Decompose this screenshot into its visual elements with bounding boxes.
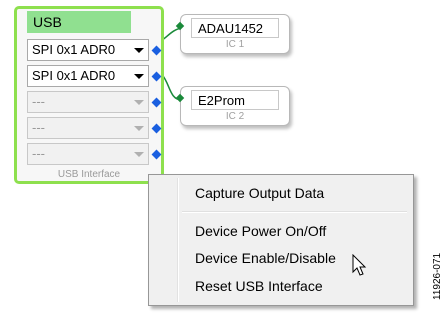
port-connector-2[interactable] (151, 71, 162, 82)
ic-name-field[interactable]: ADAU1452 (191, 18, 279, 38)
chevron-down-icon (134, 74, 144, 79)
port-select-5-value: --- (32, 146, 45, 161)
chevron-down-icon (134, 100, 144, 105)
port-select-3-value: --- (32, 94, 45, 109)
menu-item-reset-usb-interface[interactable]: Reset USB Interface (181, 275, 409, 297)
port-select-1[interactable]: SPI 0x1 ADR0 (27, 39, 149, 61)
port-select-2-value: SPI 0x1 ADR0 (32, 68, 116, 83)
usb-block-footer: USB Interface (57, 169, 121, 180)
menu-item-device-enable[interactable]: Device Enable/Disable (181, 247, 409, 269)
port-connector-5[interactable] (151, 149, 162, 160)
port-select-1-value: SPI 0x1 ADR0 (32, 42, 116, 57)
menu-item-capture-output-data[interactable]: Capture Output Data (181, 182, 409, 204)
port-select-4-value: --- (32, 120, 45, 135)
ic-name-field[interactable]: E2Prom (191, 90, 279, 110)
menu-gutter (177, 178, 179, 302)
port-connector-3[interactable] (151, 97, 162, 108)
menu-separator (182, 211, 407, 213)
menu-item-device-power[interactable]: Device Power On/Off (181, 220, 409, 242)
usb-title: USB (27, 11, 131, 33)
figure-id: 11926-071 (432, 252, 443, 300)
ic-block-1[interactable]: ADAU1452 IC 1 (175, 14, 290, 54)
chevron-down-icon (134, 152, 144, 157)
port-select-2[interactable]: SPI 0x1 ADR0 (27, 65, 149, 87)
ic-label: IC 2 (225, 111, 245, 122)
port-connector-1[interactable] (151, 45, 162, 56)
ic-label: IC 1 (225, 39, 245, 50)
port-connector-4[interactable] (151, 123, 162, 134)
context-menu: Capture Output Data Device Power On/Off … (148, 174, 414, 306)
port-select-4[interactable]: --- (27, 117, 149, 139)
usb-interface-block[interactable]: USB SPI 0x1 ADR0 SPI 0x1 ADR0 --- --- --… (14, 6, 164, 184)
mouse-pointer-icon (352, 254, 367, 276)
port-select-5[interactable]: --- (27, 143, 149, 165)
chevron-down-icon (134, 126, 144, 131)
port-select-3[interactable]: --- (27, 91, 149, 113)
ic-block-2[interactable]: E2Prom IC 2 (175, 86, 290, 126)
chevron-down-icon (134, 48, 144, 53)
